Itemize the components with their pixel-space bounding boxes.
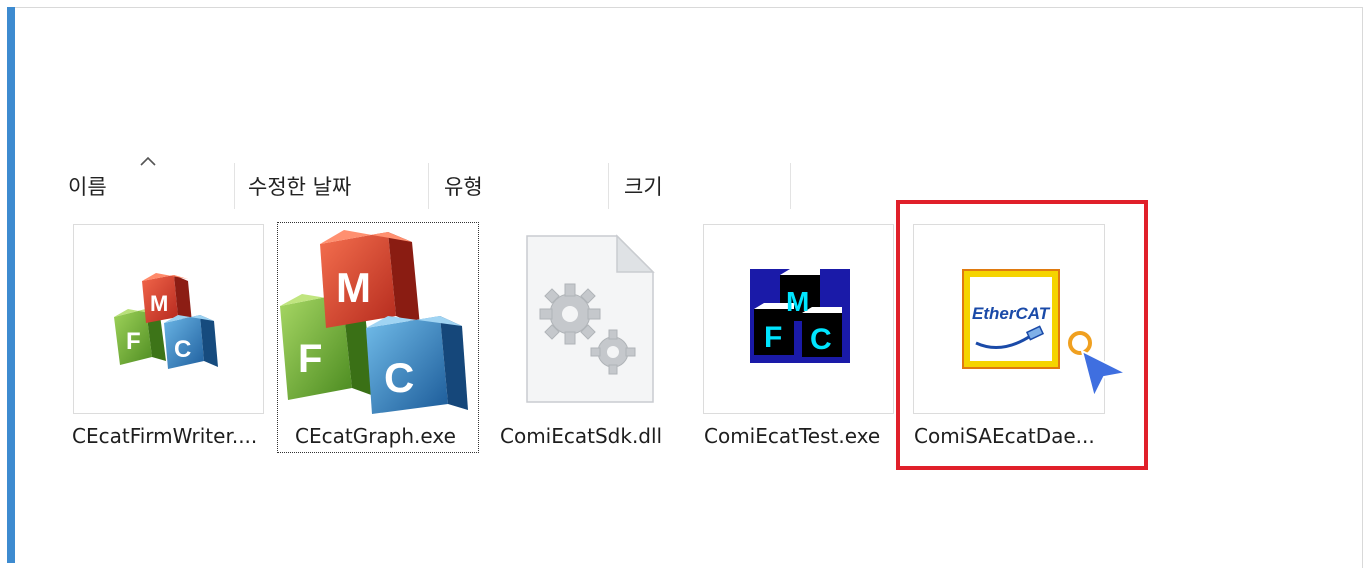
highlight-box bbox=[896, 200, 1148, 470]
column-divider[interactable] bbox=[234, 163, 235, 209]
file-name-label: CEcatGraph.exe bbox=[295, 424, 456, 448]
icon-letter: F bbox=[126, 328, 141, 355]
column-header-date[interactable]: 수정한 날짜 bbox=[248, 163, 428, 209]
file-item-comiecatsdk[interactable] bbox=[505, 224, 675, 414]
column-header-type-label: 유형 bbox=[444, 175, 483, 199]
column-header-date-label: 수정한 날짜 bbox=[248, 175, 352, 199]
sort-ascending-icon bbox=[140, 156, 156, 166]
icon-letter: M bbox=[786, 286, 809, 317]
column-header-size-label: 크기 bbox=[624, 175, 663, 199]
icon-letter: C bbox=[384, 354, 414, 401]
column-divider[interactable] bbox=[790, 163, 791, 209]
mfc-app-icon: F M C bbox=[114, 273, 218, 369]
icon-letter: M bbox=[150, 291, 168, 316]
icon-letter: C bbox=[174, 336, 191, 363]
icon-letter: M bbox=[336, 264, 371, 311]
mfc-app-icon-lowcolor: F M C bbox=[750, 269, 850, 363]
file-name-label: ComiEcatSdk.dll bbox=[500, 424, 663, 448]
window-accent-bar bbox=[7, 7, 15, 563]
file-item-cecatfirmwriter[interactable]: F M C bbox=[73, 224, 264, 414]
file-name-label: CEcatFirmWriter.... bbox=[72, 424, 258, 448]
icon-letter: C bbox=[810, 323, 832, 356]
file-name-label: ComiEcatTest.exe bbox=[704, 424, 881, 448]
icon-letter: F bbox=[764, 321, 782, 354]
column-header-name-label: 이름 bbox=[68, 175, 107, 199]
column-divider[interactable] bbox=[428, 163, 429, 209]
column-header-size[interactable]: 크기 bbox=[624, 163, 790, 209]
file-item-comiecattest[interactable]: F M C bbox=[703, 224, 894, 414]
file-item-cecatgraph[interactable]: F M C bbox=[280, 224, 474, 414]
icon-letter: F bbox=[298, 337, 322, 381]
dll-gear-icon bbox=[526, 234, 655, 403]
mfc-app-icon-large: F M C bbox=[280, 230, 468, 414]
column-divider[interactable] bbox=[608, 163, 609, 209]
column-header-type[interactable]: 유형 bbox=[444, 163, 608, 209]
